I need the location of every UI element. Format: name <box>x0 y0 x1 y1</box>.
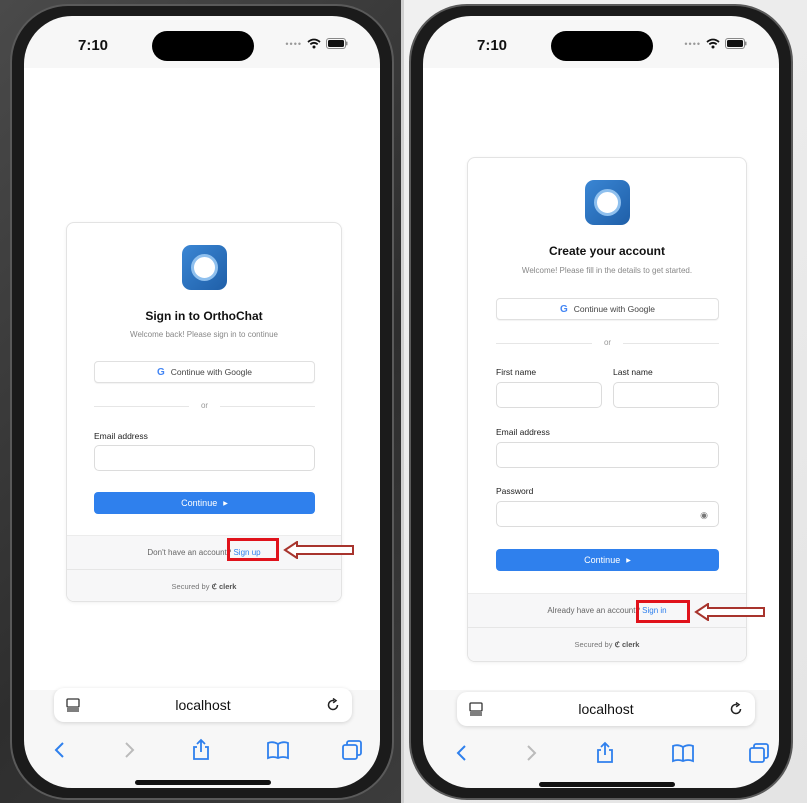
back-icon[interactable] <box>48 738 72 762</box>
wifi-icon <box>307 38 321 49</box>
address-bar[interactable]: localhost <box>54 688 352 722</box>
wifi-icon <box>706 38 720 49</box>
status-icons: •••• <box>684 38 747 49</box>
secured-label: Secured by <box>574 640 613 649</box>
secured-text: Secured by ℭ clerk <box>67 582 341 591</box>
phone-create-account: 7:10 •••• Create your account Welcome! P… <box>409 4 793 800</box>
secured-footer: Secured by ℭ clerk <box>468 627 746 661</box>
browser-toolbar <box>423 741 779 771</box>
reader-icon[interactable] <box>66 698 80 712</box>
web-page: Create your account Welcome! Please fill… <box>423 68 779 690</box>
tabs-icon[interactable] <box>340 738 364 762</box>
secured-footer: Secured by ℭ clerk <box>67 569 341 601</box>
forward-icon[interactable] <box>519 741 543 765</box>
secured-text: Secured by ℭ clerk <box>468 640 746 649</box>
first-name-label: First name <box>496 367 537 377</box>
highlight-box <box>227 538 279 561</box>
continue-button[interactable]: Continue ▶ <box>94 492 315 514</box>
reload-icon[interactable] <box>326 698 340 712</box>
address-text: localhost <box>578 701 634 717</box>
address-text: localhost <box>175 697 231 713</box>
password-field[interactable]: ◉ <box>496 501 719 527</box>
phone-sign-in: 7:10 •••• Sign in to OrthoChat Welcome b… <box>10 4 394 800</box>
continue-label: Continue <box>181 498 218 508</box>
card-title: Sign in to OrthoChat <box>145 309 263 323</box>
google-icon: G <box>559 303 568 315</box>
reader-icon[interactable] <box>469 702 483 716</box>
status-bar: 7:10 •••• <box>423 16 779 68</box>
back-icon[interactable] <box>450 741 474 765</box>
status-time: 7:10 <box>78 37 109 54</box>
clerk-logo: ℭ clerk <box>614 640 640 649</box>
or-divider: or <box>496 338 719 348</box>
email-field[interactable] <box>94 445 315 471</box>
signal-icon: •••• <box>285 38 302 49</box>
password-label: Password <box>496 486 534 496</box>
email-label: Email address <box>496 427 550 437</box>
bookmarks-icon[interactable] <box>671 741 695 765</box>
share-icon[interactable] <box>189 738 213 762</box>
highlight-box <box>636 600 690 623</box>
home-indicator <box>539 782 675 787</box>
web-page: Sign in to OrthoChat Welcome back! Pleas… <box>24 68 380 690</box>
clerk-logo: ℭ clerk <box>211 582 237 591</box>
pointer-arrow-icon <box>694 603 765 621</box>
dynamic-island <box>152 31 254 61</box>
caret-right-icon: ▶ <box>626 557 631 564</box>
google-button-label: Continue with Google <box>170 367 253 377</box>
footer-prefix: Already have an account? <box>547 606 640 615</box>
orthochat-logo <box>585 180 630 225</box>
continue-with-google-button[interactable]: G Continue with Google <box>496 298 719 320</box>
reload-icon[interactable] <box>729 702 743 716</box>
footer-prefix: Don't have an account? <box>147 548 232 557</box>
eye-icon[interactable]: ◉ <box>700 510 708 521</box>
address-bar[interactable]: localhost <box>457 692 755 726</box>
card-title: Create your account <box>548 244 666 258</box>
dynamic-island <box>551 31 653 61</box>
continue-with-google-button[interactable]: G Continue with Google <box>94 361 315 383</box>
phone-screen: 7:10 •••• Sign in to OrthoChat Welcome b… <box>24 16 380 788</box>
last-name-field[interactable] <box>613 382 719 408</box>
google-icon: G <box>156 366 165 378</box>
status-icons: •••• <box>285 38 348 49</box>
panel-divider <box>401 0 404 803</box>
signal-icon: •••• <box>684 38 701 49</box>
caret-right-icon: ▶ <box>223 500 228 507</box>
status-bar: 7:10 •••• <box>24 16 380 68</box>
continue-button[interactable]: Continue ▶ <box>496 549 719 571</box>
phone-screen: 7:10 •••• Create your account Welcome! P… <box>423 16 779 788</box>
bookmarks-icon[interactable] <box>266 738 290 762</box>
email-field[interactable] <box>496 442 719 468</box>
last-name-label: Last name <box>613 367 653 377</box>
orthochat-logo <box>182 245 227 290</box>
secured-label: Secured by <box>171 582 210 591</box>
continue-label: Continue <box>584 555 621 565</box>
browser-toolbar <box>24 738 380 768</box>
card-subtitle: Welcome back! Please sign in to continue <box>130 330 278 339</box>
tabs-icon[interactable] <box>747 741 771 765</box>
card-subtitle: Welcome! Please fill in the details to g… <box>521 266 693 275</box>
share-icon[interactable] <box>593 741 617 765</box>
sign-up-card: Create your account Welcome! Please fill… <box>467 157 747 662</box>
forward-icon[interactable] <box>117 738 141 762</box>
battery-icon <box>326 38 348 49</box>
or-divider: or <box>94 401 315 411</box>
google-button-label: Continue with Google <box>573 304 656 314</box>
first-name-field[interactable] <box>496 382 602 408</box>
battery-icon <box>725 38 747 49</box>
home-indicator <box>135 780 271 785</box>
email-label: Email address <box>94 431 148 441</box>
status-time: 7:10 <box>477 37 508 54</box>
pointer-arrow-icon <box>283 541 354 559</box>
